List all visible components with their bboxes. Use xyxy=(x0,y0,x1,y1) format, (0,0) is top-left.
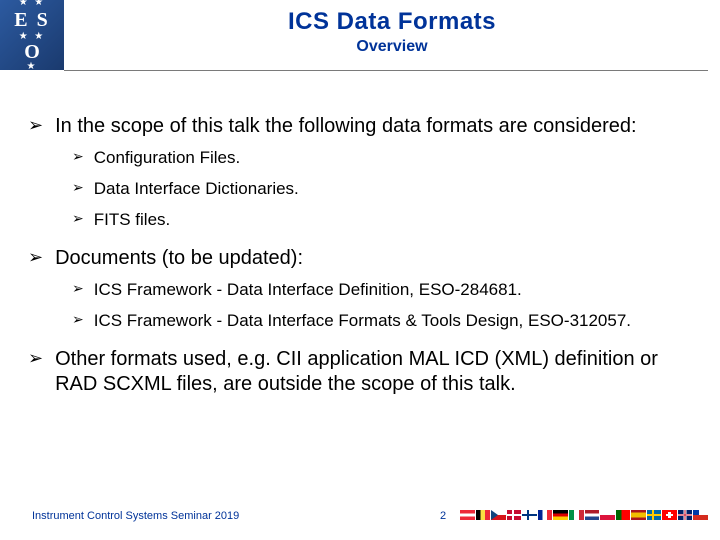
logo-stars: ★ xyxy=(27,62,38,72)
bullet-level2: ➢ FITS files. xyxy=(72,209,692,232)
bullet-marker-icon: ➢ xyxy=(72,209,84,228)
bullet-group: ➢ Other formats used, e.g. CII applicati… xyxy=(28,347,692,397)
bullet-level2: ➢ Data Interface Dictionaries. xyxy=(72,178,692,201)
page-number: 2 xyxy=(440,510,446,522)
flag-icon xyxy=(585,510,600,520)
flag-icon xyxy=(538,510,553,520)
flag-icon xyxy=(662,510,677,520)
flag-icon xyxy=(522,510,537,520)
bullet-level1: ➢ Documents (to be updated): xyxy=(28,246,692,271)
bullet-level2: ➢ ICS Framework - Data Interface Definit… xyxy=(72,279,692,302)
flag-icon xyxy=(631,510,646,520)
flag-icon xyxy=(476,510,491,520)
bullet-text: Other formats used, e.g. CII application… xyxy=(55,347,692,397)
footer-flags xyxy=(460,510,708,522)
eso-logo: ★ ★ E S ★ ★ O ★ xyxy=(0,0,64,70)
bullet-text: ICS Framework - Data Interface Formats &… xyxy=(94,310,631,333)
bullet-marker-icon: ➢ xyxy=(72,279,84,298)
bullet-marker-icon: ➢ xyxy=(72,178,84,197)
bullet-text: FITS files. xyxy=(94,209,171,232)
bullet-text: ICS Framework - Data Interface Definitio… xyxy=(94,279,522,302)
flag-icon xyxy=(507,510,522,520)
bullet-marker-icon: ➢ xyxy=(28,246,43,269)
title-block: ICS Data Formats Overview xyxy=(64,8,720,56)
bullet-text: In the scope of this talk the following … xyxy=(55,114,636,139)
bullet-text: Data Interface Dictionaries. xyxy=(94,178,299,201)
flag-icon xyxy=(460,510,475,520)
bullet-marker-icon: ➢ xyxy=(72,310,84,329)
logo-stars: ★ ★ xyxy=(19,0,45,8)
bullet-marker-icon: ➢ xyxy=(72,147,84,166)
bullet-text: Configuration Files. xyxy=(94,147,240,170)
bullet-marker-icon: ➢ xyxy=(28,114,43,137)
flag-icon xyxy=(491,510,506,520)
flag-icon xyxy=(678,510,693,520)
bullet-level2: ➢ Configuration Files. xyxy=(72,147,692,170)
bullet-level1: ➢ Other formats used, e.g. CII applicati… xyxy=(28,347,692,397)
bullet-text: Documents (to be updated): xyxy=(55,246,303,271)
bullet-group: ➢ In the scope of this talk the followin… xyxy=(28,114,692,232)
bullet-group: ➢ Documents (to be updated): ➢ ICS Frame… xyxy=(28,246,692,333)
flag-icon xyxy=(600,510,615,520)
bullet-marker-icon: ➢ xyxy=(28,347,43,370)
slide-body: ➢ In the scope of this talk the followin… xyxy=(0,100,720,403)
flag-icon xyxy=(647,510,662,520)
footer-text: Instrument Control Systems Seminar 2019 xyxy=(32,510,239,522)
flag-icon xyxy=(553,510,568,520)
flag-icon xyxy=(693,510,708,520)
title-rule xyxy=(64,70,708,71)
slide-title: ICS Data Formats xyxy=(64,8,720,36)
slide: ★ ★ E S ★ ★ O ★ ICS Data Formats Overvie… xyxy=(0,0,720,540)
bullet-level2: ➢ ICS Framework - Data Interface Formats… xyxy=(72,310,692,333)
bullet-level1: ➢ In the scope of this talk the followin… xyxy=(28,114,692,139)
slide-subtitle: Overview xyxy=(64,38,720,56)
logo-text-es: E S xyxy=(14,10,49,30)
flag-icon xyxy=(569,510,584,520)
flag-icon xyxy=(616,510,631,520)
logo-text-o: O xyxy=(24,42,40,62)
